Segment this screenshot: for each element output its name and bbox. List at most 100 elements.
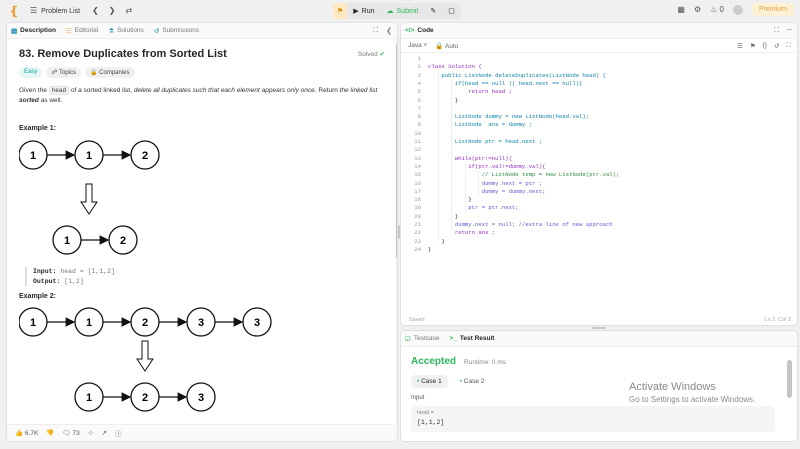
minimize-icon[interactable]: ─ [787, 27, 792, 35]
down-arrow-icon [80, 183, 98, 215]
code-text: } [428, 237, 445, 245]
tab-solutions[interactable]: ⚗ Solutions [108, 27, 144, 35]
desc-text-5: as well. [40, 96, 63, 104]
tab-description[interactable]: ▤ Description [11, 27, 56, 35]
line-number: 12 [414, 146, 421, 154]
reset-icon[interactable]: ↺ [774, 42, 779, 50]
favorite-button[interactable]: ☆ [88, 429, 94, 437]
leetcode-logo[interactable]: ❴ [8, 4, 20, 18]
companies-chip[interactable]: 🔒 Companies [85, 67, 135, 78]
avatar[interactable] [732, 4, 743, 15]
ex2-node-4-label: 3 [198, 317, 204, 329]
example-1-title: Example 1: [19, 125, 56, 132]
description-footer: 👍 6.7K 👎 🗨 73 ☆ ↗ ⓘ [7, 424, 395, 441]
ex2-result-node-1-label: 1 [86, 392, 92, 404]
topics-chip[interactable]: ☍ Topics [46, 67, 81, 78]
like-button[interactable]: 👍 6.7K [15, 429, 38, 437]
line-number: 18 [414, 196, 421, 204]
code-line: 19 ptr = ptr.next; [401, 204, 797, 212]
next-problem-icon[interactable]: ❯ [109, 5, 116, 17]
case-1-button[interactable]: • Case 1 [411, 375, 448, 388]
list-icon[interactable]: ☰ [30, 5, 37, 17]
save-status: Saved [409, 316, 425, 323]
notes-button[interactable]: ✎ [424, 3, 442, 19]
run-button[interactable]: ▶ Run [347, 3, 380, 19]
code-text: return head ; [428, 88, 512, 96]
code-line: 17 dummy = dummy.next; [401, 187, 797, 196]
layout-icon[interactable]: ▦ [677, 5, 685, 14]
fullscreen-icon[interactable]: ⛶ [786, 42, 791, 50]
comments-button[interactable]: 🗨 73 [62, 429, 79, 437]
ex2-result-node-2-label: 2 [142, 392, 148, 404]
debug-button[interactable]: ⚑ [333, 3, 348, 19]
problem-list-link[interactable]: Problem List [41, 8, 80, 15]
language-label: Java [408, 42, 422, 49]
dislike-button[interactable]: 👎 [46, 429, 54, 437]
panel-controls: ⛶ ❮ [373, 27, 397, 35]
code-text: } [428, 245, 432, 253]
submit-button[interactable]: ☁ Submit [381, 3, 425, 19]
code-brackets-icon: </> [405, 27, 415, 34]
tab-code[interactable]: </> Code [405, 27, 434, 34]
editorial-icon: ☷ [65, 27, 72, 35]
tab-editorial[interactable]: ☷ Editorial [66, 27, 98, 35]
language-select[interactable]: Java ˅ [408, 42, 427, 49]
code-text: ListNode dummy = new ListNode(head.val); [428, 113, 590, 121]
collapse-icon[interactable]: ❮ [386, 27, 392, 35]
ex2-after-list: 1 2 3 [74, 382, 216, 412]
code-text: dummy = dummy.next; [428, 187, 546, 195]
case-2-label: Case 2 [463, 378, 485, 385]
shuffle-icon[interactable]: ⇄ [125, 5, 132, 17]
tab-description-label: Description [20, 27, 56, 34]
case-2-button[interactable]: • Case 2 [454, 375, 491, 388]
description-scrollbar[interactable] [395, 39, 397, 441]
code-text: // ListNode temp = new ListNode(ptr.val)… [428, 171, 620, 179]
settings-icon[interactable]: ⚙ [694, 5, 701, 14]
prev-problem-icon[interactable]: ❮ [92, 5, 99, 17]
like-count: 6.7K [24, 430, 39, 437]
horizontal-resize-handle[interactable] [592, 327, 606, 329]
result-tabs: ☑ Testcase >_ Test Result [401, 331, 797, 347]
code-text: class Solution { [428, 63, 482, 71]
code-toolbar: Java ˅ 🔒 Auto ☰ ⚑ {} ↺ ⛶ [401, 39, 797, 53]
line-number: 10 [414, 129, 421, 137]
whiteboard-button[interactable]: ▢ [442, 3, 461, 19]
example-2-title: Example 2: [19, 293, 56, 300]
tab-submissions[interactable]: ↺ Submissions [154, 27, 199, 35]
case-1-label: Case 1 [421, 378, 442, 385]
code-line: 24} [401, 245, 797, 254]
help-button[interactable]: ⓘ [115, 428, 122, 438]
tab-testcase[interactable]: ☑ Testcase [405, 335, 439, 343]
line-number: 15 [414, 171, 421, 179]
format-icon[interactable]: {} [763, 42, 767, 50]
auto-mode[interactable]: 🔒 Auto [435, 42, 458, 50]
share-button[interactable]: ↗ [102, 429, 107, 437]
thumbs-up-icon: 👍 [15, 430, 24, 437]
bookmark-icon[interactable]: ⚑ [750, 42, 756, 50]
desc-text-em: delete all duplicates such that each ele… [133, 87, 315, 94]
maximize-icon[interactable]: ⛶ [774, 27, 779, 35]
description-tabs: ▤ Description ☷ Editorial ⚗ Solutions ↺ … [7, 23, 397, 39]
code-line: 4 if(head == null || head.next == null){ [401, 80, 797, 88]
premium-button[interactable]: Premium [751, 3, 794, 16]
tab-test-result[interactable]: >_ Test Result [449, 335, 494, 342]
top-bar: ❴ ☰ Problem List ❮ ❯ ⇄ ⚑ ▶ Run ☁ Submit … [0, 0, 800, 22]
ex2-node-3-label: 2 [142, 317, 148, 329]
comment-count: 73 [72, 430, 80, 437]
code-text: dummy.next = null; //extra line of new a… [428, 221, 613, 228]
maximize-icon[interactable]: ⛶ [373, 27, 378, 35]
example-1-diagram: 1 1 2 1 2 [19, 140, 160, 255]
description-content: 83. Remove Duplicates from Sorted List S… [7, 39, 395, 441]
description-icon: ▤ [11, 27, 18, 35]
result-scrollbar[interactable] [787, 358, 793, 440]
topics-label: Topics [58, 70, 76, 76]
notes-icon[interactable]: ☰ [737, 42, 743, 50]
streak-counter[interactable]: ♨ 0 [710, 5, 724, 14]
scrollbar-thumb[interactable] [787, 360, 792, 398]
code-line: 12 [401, 146, 797, 154]
example-1-output-row: Output: [1,2] [33, 277, 383, 287]
difficulty-badge[interactable]: Easy [19, 67, 43, 78]
companies-label: Companies [99, 70, 130, 76]
code-editor[interactable]: 1 2 class Solution { 3 public ListNode de… [401, 55, 797, 305]
output-value: [1,2] [64, 277, 84, 285]
